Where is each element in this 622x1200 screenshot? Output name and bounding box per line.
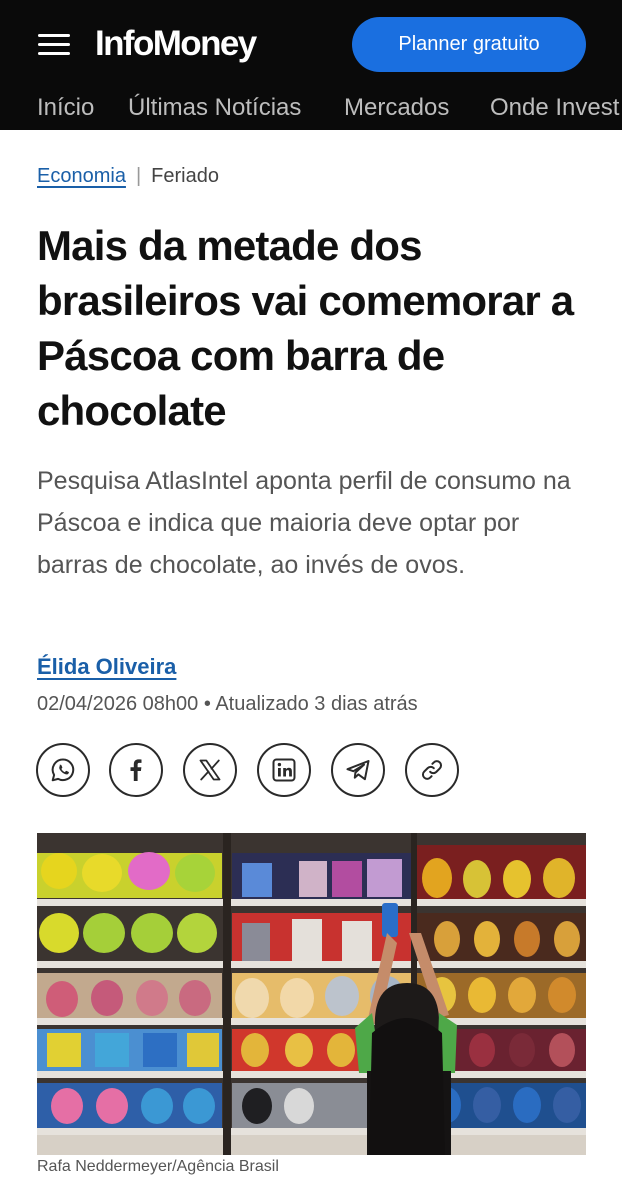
site-logo[interactable]: InfoMoney: [95, 22, 257, 66]
breadcrumb-divider: |: [135, 164, 142, 187]
publish-date: 02/04/2026 08h00: [37, 693, 199, 715]
author-link[interactable]: Élida Oliveira: [37, 654, 176, 680]
nav-item-ultimas-noticias[interactable]: Últimas Notícias: [128, 92, 301, 124]
nav-item-mercados[interactable]: Mercados: [344, 92, 449, 124]
planner-button[interactable]: Planner gratuito: [352, 17, 586, 72]
article-subtitle: Pesquisa AtlasIntel aponta perfil de con…: [37, 467, 571, 579]
whatsapp-share-button[interactable]: [36, 743, 90, 797]
x-share-button[interactable]: [183, 743, 237, 797]
article-title: Mais da metade dos brasileiros vai comem…: [37, 222, 574, 434]
link-icon: [421, 760, 443, 780]
category-link[interactable]: Economia: [37, 165, 126, 188]
menu-icon[interactable]: [38, 32, 70, 56]
linkedin-icon: [272, 758, 296, 782]
x-icon: [199, 759, 221, 781]
updated-time: Atualizado 3 dias atrás: [215, 693, 418, 715]
tag-label[interactable]: Feriado: [151, 165, 219, 188]
telegram-icon: [346, 760, 370, 781]
breadcrumb: Economia | Feriado: [37, 160, 219, 192]
photo-caption: Rafa Neddermeyer/Agência Brasil: [37, 1158, 279, 1175]
telegram-share-button[interactable]: [331, 743, 385, 797]
whatsapp-icon: [51, 758, 75, 782]
nav-item-onde-investir[interactable]: Onde Invest: [490, 92, 619, 124]
top-header: InfoMoney Planner gratuito Início Última…: [0, 0, 622, 130]
article-photo: [37, 833, 586, 1155]
facebook-icon: [130, 759, 142, 781]
linkedin-share-button[interactable]: [257, 743, 311, 797]
copy-link-button[interactable]: [405, 743, 459, 797]
meta-separator: •: [203, 693, 211, 715]
nav-item-inicio[interactable]: Início: [37, 92, 94, 124]
nav-bar: Início Últimas Notícias Mercados Onde In…: [0, 86, 622, 130]
article-meta: 02/04/2026 08h00 • Atualizado 3 dias atr…: [37, 690, 418, 718]
facebook-share-button[interactable]: [109, 743, 163, 797]
